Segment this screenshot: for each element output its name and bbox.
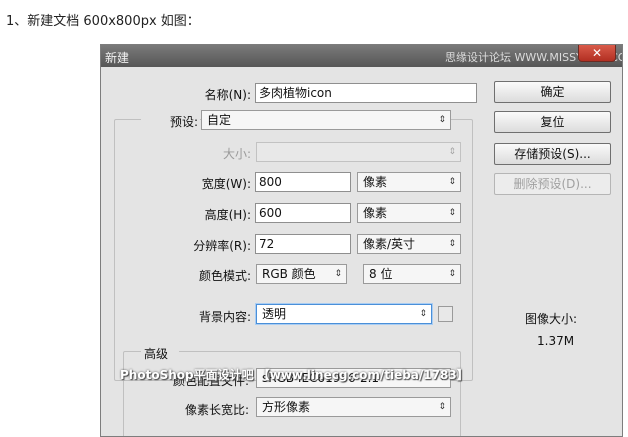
width-input[interactable]: 800 [255,172,351,192]
color-mode-label: 颜色模式: [198,269,251,283]
dropdown-arrow-icon: ⇕ [438,115,446,125]
height-unit-select[interactable]: 像素 ⇕ [357,203,461,223]
size-select: ⇕ [256,142,461,162]
close-icon: ✕ [591,46,603,60]
reset-button[interactable]: 复位 [494,111,611,133]
dropdown-arrow-icon: ⇕ [438,402,446,412]
pixel-aspect-select[interactable]: 方形像素 ⇕ [256,397,451,417]
image-size-label: 图像大小: [525,312,578,326]
pixel-aspect-value: 方形像素 [262,400,311,414]
preset-value: 自定 [207,113,232,127]
advanced-group [123,351,461,436]
caption-text: 1、新建文档 600x800px 如图： [6,14,200,29]
resolution-unit-select[interactable]: 像素/英寸 ⇕ [357,234,461,254]
resolution-input[interactable]: 72 [255,234,351,254]
dialog-titlebar[interactable]: 新建 思缘设计论坛 WWW.MISSYUAN.COM ✕ [101,45,622,67]
background-select[interactable]: 透明 ⇕ [256,304,432,324]
height-label: 高度(H): [204,208,251,222]
height-input[interactable]: 600 [255,203,351,223]
image-size-value: 1.37M [537,334,575,348]
advanced-title: 高级 [141,345,179,362]
close-button[interactable]: ✕ [578,45,616,62]
dropdown-arrow-icon: ⇕ [448,147,456,157]
dropdown-arrow-icon: ⇕ [448,208,456,218]
pixel-aspect-label: 像素长宽比: [184,403,249,417]
bit-depth-select[interactable]: 8 位 ⇕ [363,264,461,284]
background-value: 透明 [262,307,287,321]
ok-button[interactable]: 确定 [494,81,611,103]
dropdown-arrow-icon: ⇕ [448,239,456,249]
color-mode-value: RGB 颜色 [262,267,316,281]
dropdown-arrow-icon: ⇕ [334,269,342,279]
background-label: 背景内容: [198,310,251,324]
background-color-swatch[interactable] [438,306,453,322]
dropdown-arrow-icon: ⇕ [419,309,427,319]
dialog-title: 新建 [105,51,130,65]
color-mode-select[interactable]: RGB 颜色 ⇕ [256,264,347,284]
height-unit-value: 像素 [363,206,388,220]
name-input[interactable]: 多肉植物icon [255,83,477,103]
name-label: 名称(N): [204,88,251,102]
watermark-bottom: PhotoShop平面设计吧 【www.linecg.com/tieba/178… [120,368,469,382]
bit-depth-value: 8 位 [369,267,393,281]
width-label: 宽度(W): [201,177,251,191]
preset-label: 预设: [141,113,200,130]
width-unit-select[interactable]: 像素 ⇕ [357,172,461,192]
width-unit-value: 像素 [363,175,388,189]
resolution-label: 分辨率(R): [193,239,251,253]
save-preset-button[interactable]: 存储预设(S)... [494,143,611,165]
dropdown-arrow-icon: ⇕ [448,177,456,187]
size-label: 大小: [222,147,251,161]
resolution-unit-value: 像素/英寸 [363,237,416,251]
delete-preset-button: 删除预设(D)... [494,173,611,195]
dropdown-arrow-icon: ⇕ [448,269,456,279]
preset-select[interactable]: 自定 ⇕ [201,110,451,130]
